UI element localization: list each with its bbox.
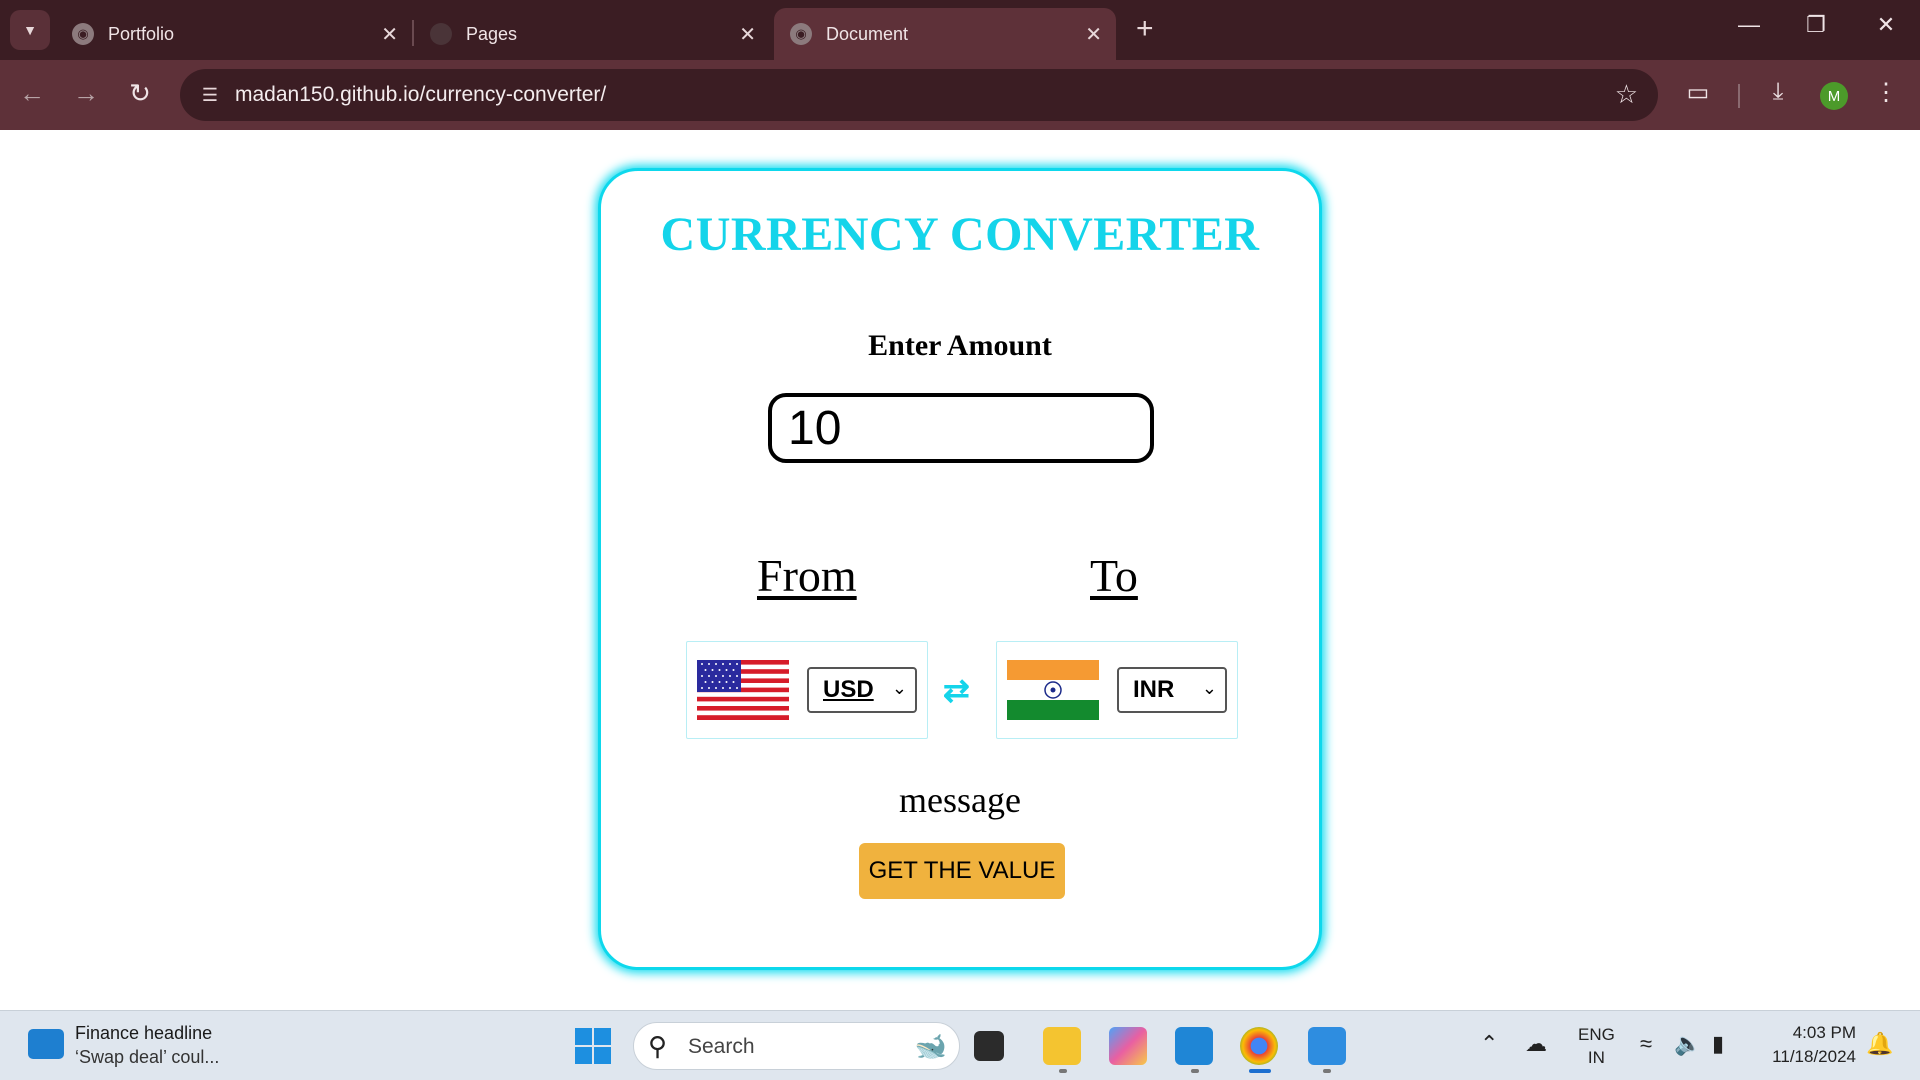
news-subtitle[interactable]: ‘Swap deal’ coul... (75, 1047, 219, 1068)
url-text[interactable]: madan150.github.io/currency-converter/ (235, 83, 606, 107)
browser-toolbar: ← → ↻ ☰ madan150.github.io/currency-conv… (0, 60, 1920, 130)
chevron-down-icon: ▼ (23, 22, 37, 38)
get-value-button[interactable]: GET THE VALUE (859, 843, 1065, 899)
file-explorer-icon[interactable] (1043, 1027, 1081, 1065)
vscode-icon[interactable] (1175, 1027, 1213, 1065)
language-code: ENG (1578, 1025, 1615, 1044)
to-label: To (1090, 550, 1138, 601)
from-currency-value: USD (823, 676, 874, 703)
profile-avatar[interactable]: M (1820, 82, 1848, 110)
new-tab-plus-icon[interactable]: + (1136, 14, 1154, 44)
onedrive-icon[interactable]: ☁ (1525, 1031, 1547, 1057)
running-indicator (1191, 1069, 1199, 1073)
notification-bell-icon[interactable]: 🔔 (1866, 1031, 1893, 1057)
tab-search-button[interactable]: ▼ (10, 10, 50, 50)
reload-icon[interactable]: ↻ (122, 78, 158, 109)
close-tab-icon[interactable]: ✕ (1085, 22, 1102, 47)
photos-icon[interactable] (1308, 1027, 1346, 1065)
minimize-icon[interactable]: — (1729, 12, 1769, 38)
from-currency-box: USD ⌄ (686, 641, 928, 739)
address-bar[interactable]: ☰ madan150.github.io/currency-converter/… (180, 69, 1658, 121)
from-label: From (757, 550, 857, 601)
region-code: IN (1587, 1048, 1605, 1067)
page-title: CURRENCY CONVERTER (660, 208, 1260, 261)
download-icon[interactable]: ⤓ (1760, 78, 1796, 106)
close-window-icon[interactable]: ✕ (1866, 12, 1906, 38)
tab-label: Document (826, 23, 909, 44)
os-taskbar: Finance headline ‘Swap deal’ coul... ⚲ S… (0, 1010, 1920, 1080)
task-view-icon[interactable] (974, 1031, 1004, 1061)
chevron-down-icon: ⌄ (891, 678, 907, 698)
tab-portfolio[interactable]: ◉ Portfolio ✕ (56, 8, 412, 60)
news-headline[interactable]: Finance headline (75, 1023, 212, 1044)
chevron-down-icon: ⌄ (1201, 678, 1217, 698)
battery-icon[interactable]: ▮ (1712, 1031, 1724, 1057)
clock[interactable]: 4:03 PM 11/18/2024 (1760, 1021, 1856, 1069)
to-currency-box: INR ⌄ (996, 641, 1238, 739)
to-currency-value: INR (1133, 676, 1175, 703)
close-tab-icon[interactable]: ✕ (381, 22, 398, 47)
chevron-up-icon[interactable]: ⌃ (1480, 1031, 1498, 1057)
search-placeholder: Search (688, 1035, 755, 1058)
active-indicator (1249, 1069, 1271, 1073)
amount-label: Enter Amount (868, 329, 1052, 362)
language-indicator[interactable]: ENG IN (1578, 1023, 1615, 1069)
usa-flag-icon (697, 660, 789, 720)
to-currency-select[interactable]: INR ⌄ (1117, 667, 1227, 713)
toolbar-separator (1738, 84, 1740, 108)
search-highlight-icon: 🐋 (914, 1031, 947, 1061)
swap-arrows-icon[interactable]: ⇄ (943, 671, 970, 709)
clock-date: 11/18/2024 (1772, 1047, 1856, 1066)
running-indicator (1323, 1069, 1331, 1073)
running-indicator (1059, 1069, 1067, 1073)
clock-time: 4:03 PM (1792, 1023, 1856, 1042)
restore-icon[interactable]: ❐ (1796, 12, 1836, 38)
tab-pages[interactable]: Pages ✕ (414, 8, 770, 60)
tab-label: Portfolio (108, 23, 175, 44)
close-tab-icon[interactable]: ✕ (739, 22, 756, 47)
site-info-icon[interactable]: ☰ (196, 81, 224, 109)
tab-document[interactable]: ◉ Document ✕ (774, 8, 1116, 60)
result-message: message (899, 780, 1021, 820)
search-icon: ⚲ (648, 1031, 668, 1061)
tab-label: Pages (466, 23, 518, 44)
copilot-icon[interactable] (1109, 1027, 1147, 1065)
from-currency-select[interactable]: USD ⌄ (807, 667, 917, 713)
github-icon (430, 23, 452, 45)
windows-start-icon[interactable] (575, 1028, 611, 1064)
page-content: CURRENCY CONVERTER Enter Amount From To (0, 130, 1920, 1010)
converter-card: CURRENCY CONVERTER Enter Amount From To (598, 168, 1322, 970)
chrome-icon[interactable] (1240, 1027, 1278, 1065)
india-flag-icon (1007, 660, 1099, 720)
wifi-icon[interactable]: ≈ (1640, 1031, 1652, 1057)
more-menu-icon[interactable]: ⋮ (1868, 78, 1904, 107)
forward-arrow-icon[interactable]: → (68, 78, 104, 109)
globe-icon: ◉ (72, 23, 94, 45)
news-widget-icon[interactable] (28, 1029, 64, 1059)
bookmark-star-icon[interactable]: ☆ (1615, 79, 1638, 110)
extensions-icon[interactable]: ▭ (1680, 78, 1716, 107)
globe-icon: ◉ (790, 23, 812, 45)
taskbar-search-box[interactable]: ⚲ Search 🐋 (633, 1022, 960, 1070)
browser-tab-strip: ▼ ◉ Portfolio ✕ Pages ✕ ◉ Document ✕ + —… (0, 0, 1920, 60)
back-arrow-icon[interactable]: ← (14, 78, 50, 109)
amount-input[interactable] (768, 393, 1154, 463)
volume-icon[interactable]: 🔈 (1674, 1031, 1701, 1057)
